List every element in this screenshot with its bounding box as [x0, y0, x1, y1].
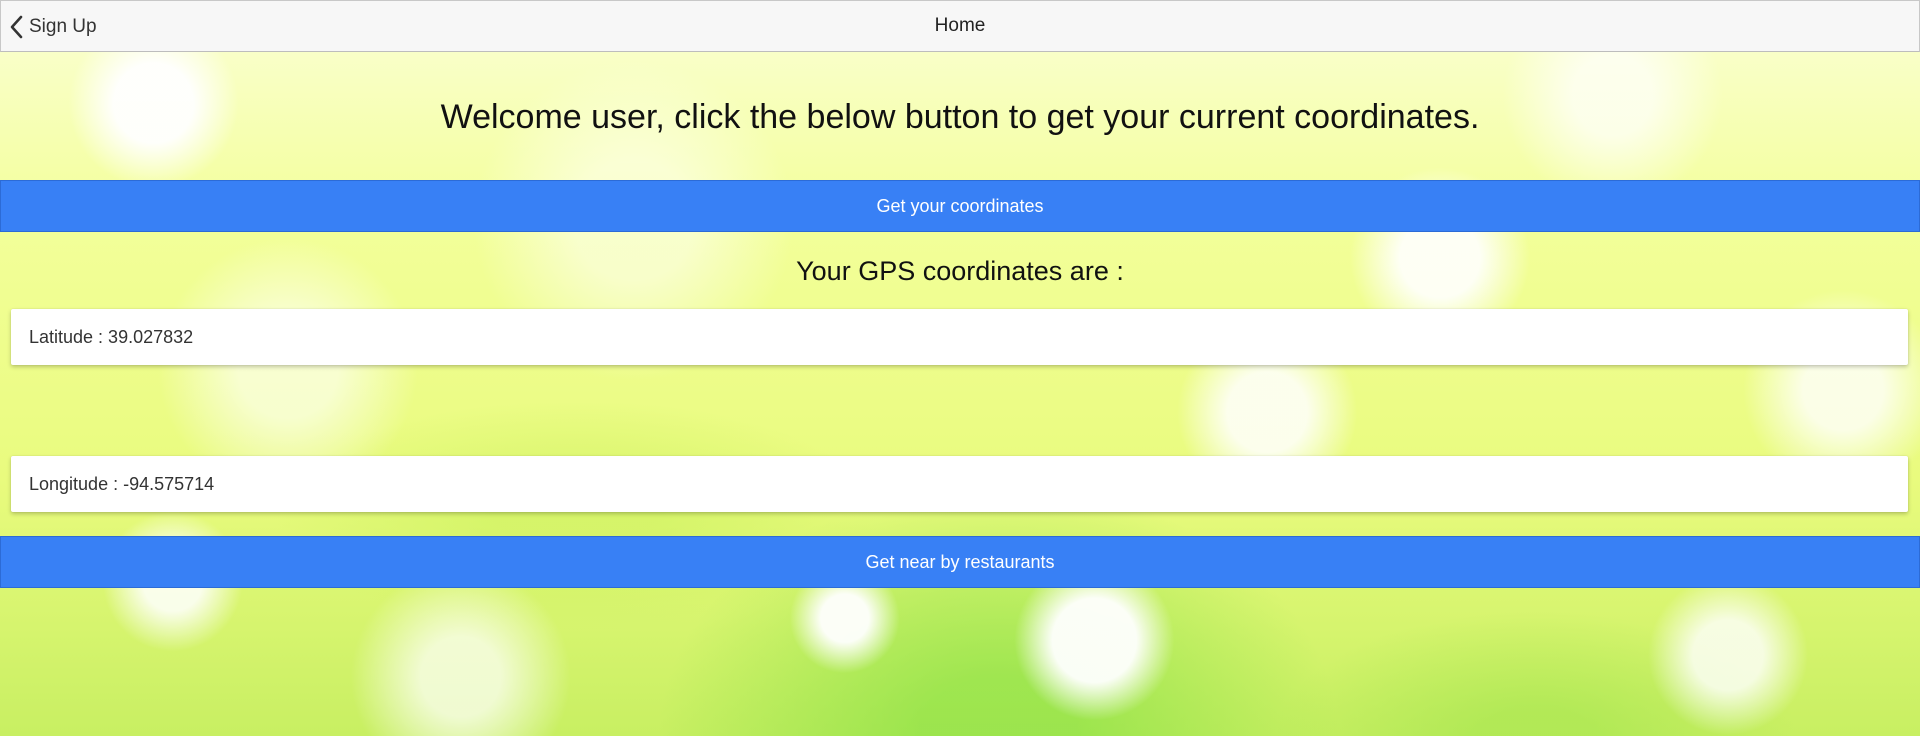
navigation-bar: Sign Up Home — [0, 0, 1920, 52]
get-coordinates-button[interactable]: Get your coordinates — [0, 180, 1920, 232]
page-title: Home — [934, 15, 986, 36]
gps-coordinates-heading: Your GPS coordinates are : — [796, 256, 1124, 286]
get-restaurants-button[interactable]: Get near by restaurants — [0, 536, 1920, 588]
welcome-heading: Welcome user, click the below button to … — [440, 98, 1480, 136]
longitude-card: Longitude : -94.575714 — [11, 456, 1908, 512]
latitude-value: Latitude : 39.027832 — [29, 327, 194, 347]
longitude-value: Longitude : -94.575714 — [29, 474, 215, 494]
latitude-card: Latitude : 39.027832 — [11, 309, 1908, 365]
main-content: Welcome user, click the below button to … — [0, 51, 1920, 736]
app-screen: Sign Up Home Welcome user, click the bel… — [0, 0, 1920, 736]
